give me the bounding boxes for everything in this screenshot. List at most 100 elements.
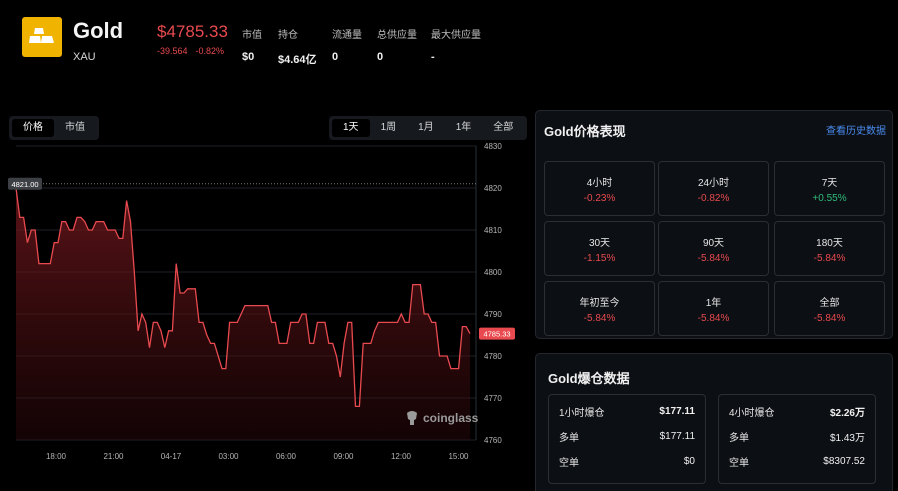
stat-label: 市值 <box>242 30 262 41</box>
range-tabs: 1天 1周 1月 1年 全部 <box>329 116 528 140</box>
coinglass-watermark: coinglass <box>405 410 478 426</box>
view-history-link[interactable]: 查看历史数据 <box>826 122 886 137</box>
perf-value: -5.84% <box>813 253 846 264</box>
perf-30d: 30天 -1.15% <box>544 221 655 276</box>
liquidation-4h-box: 4小时爆仓 $2.26万 多单 $1.43万 空单 $8307.52 <box>718 394 876 484</box>
price-change: -39.564 -0.82% <box>157 46 224 56</box>
liquidation-row: 多单 $177.11 <box>559 424 695 449</box>
stat-total-supply: 总供应量 0 <box>377 26 417 63</box>
stat-value: 0 <box>377 51 384 63</box>
tab-price[interactable]: 价格 <box>12 119 54 137</box>
tab-range-1m[interactable]: 1月 <box>407 119 445 137</box>
performance-panel: Gold价格表现 查看历史数据 4小时 -0.23% 24小时 -0.82% 7… <box>535 110 893 339</box>
stat-open-interest: 持仓 $4.64亿 <box>278 26 317 67</box>
asset-price: $4785.33 <box>157 22 228 41</box>
perf-value: +0.55% <box>812 193 847 204</box>
liquidation-row: 空单 $8307.52 <box>729 449 865 474</box>
liquidation-row: 空单 $0 <box>559 449 695 474</box>
liquidation-value: $0 <box>683 456 695 467</box>
perf-value: -0.82% <box>697 193 730 204</box>
perf-value: -0.23% <box>583 193 616 204</box>
perf-1y: 1年 -5.84% <box>658 281 769 336</box>
y-tick-label: 4780 <box>484 352 502 361</box>
liquidation-value: $2.26万 <box>829 408 865 419</box>
perf-ytd: 年初至今 -5.84% <box>544 281 655 336</box>
liquidation-value: $177.11 <box>659 406 695 417</box>
perf-value: -5.84% <box>813 313 846 324</box>
liquidation-label: 4小时爆仓 <box>729 408 775 419</box>
perf-24h: 24小时 -0.82% <box>658 161 769 216</box>
liquidation-1h-box: 1小时爆仓 $177.11 多单 $177.11 空单 $0 <box>548 394 706 484</box>
x-tick-label: 06:00 <box>276 452 297 461</box>
price-change-abs: -39.564 <box>157 46 188 56</box>
tab-range-1d[interactable]: 1天 <box>332 119 370 137</box>
liquidation-label: 空单 <box>729 458 749 469</box>
y-tick-label: 4810 <box>484 226 502 235</box>
perf-label: 30天 <box>588 238 611 249</box>
stat-value: - <box>431 51 435 63</box>
watermark-text: coinglass <box>423 411 479 425</box>
performance-title: Gold价格表现 <box>544 124 626 139</box>
perf-value: -5.84% <box>697 313 730 324</box>
perf-value: -1.15% <box>583 253 616 264</box>
perf-label: 180天 <box>816 238 843 249</box>
perf-7d: 7天 +0.55% <box>774 161 885 216</box>
x-tick-label: 18:00 <box>46 452 67 461</box>
liquidation-label: 多单 <box>559 433 579 444</box>
stat-value: $4.64亿 <box>278 54 317 66</box>
stat-max-supply: 最大供应量 - <box>431 26 481 63</box>
stat-market-cap: 市值 $0 <box>242 26 262 63</box>
tab-market-cap[interactable]: 市值 <box>54 119 96 137</box>
perf-90d: 90天 -5.84% <box>658 221 769 276</box>
x-tick-label: 03:00 <box>218 452 239 461</box>
liquidation-value: $1.43万 <box>829 433 865 444</box>
tab-range-all[interactable]: 全部 <box>482 119 524 137</box>
liquidation-row: 多单 $1.43万 <box>729 424 865 449</box>
perf-label: 全部 <box>819 298 840 309</box>
liquidation-label: 多单 <box>729 433 749 444</box>
asset-symbol: XAU <box>73 51 96 63</box>
x-tick-label: 12:00 <box>391 452 412 461</box>
liquidation-row: 1小时爆仓 $177.11 <box>559 399 695 424</box>
y-tick-label: 4830 <box>484 142 502 151</box>
liquidation-row: 4小时爆仓 $2.26万 <box>729 399 865 424</box>
stat-label: 最大供应量 <box>431 30 481 41</box>
perf-value: -5.84% <box>583 313 616 324</box>
tab-range-1y[interactable]: 1年 <box>445 119 483 137</box>
liquidation-label: 1小时爆仓 <box>559 408 605 419</box>
x-tick-label: 09:00 <box>333 452 354 461</box>
liquidation-value: $8307.52 <box>823 456 865 467</box>
tab-range-1w[interactable]: 1周 <box>370 119 408 137</box>
perf-label: 24小时 <box>697 178 730 189</box>
perf-180d: 180天 -5.84% <box>774 221 885 276</box>
y-tick-label: 4790 <box>484 310 502 319</box>
liquidation-value: $177.11 <box>659 431 695 442</box>
stat-value: $0 <box>242 51 255 63</box>
last-price-text: 4785.33 <box>483 330 510 339</box>
chart-type-toggle: 价格 市值 <box>9 116 99 140</box>
stat-value: 0 <box>332 51 339 63</box>
coinglass-logo-icon <box>407 411 417 425</box>
perf-value: -5.84% <box>697 253 730 264</box>
stat-label: 持仓 <box>278 30 298 41</box>
asset-name: Gold <box>73 18 124 43</box>
liquidation-title: Gold爆仓数据 <box>548 371 630 386</box>
x-tick-label: 04-17 <box>161 452 182 461</box>
x-tick-label: 15:00 <box>448 452 469 461</box>
perf-label: 1年 <box>705 298 722 309</box>
stat-label: 流通量 <box>332 30 362 41</box>
x-tick-label: 21:00 <box>103 452 124 461</box>
liquidation-panel: Gold爆仓数据 1小时爆仓 $177.11 多单 $177.11 空单 $0 … <box>535 353 893 491</box>
gold-bars-icon <box>29 28 54 43</box>
stat-label: 总供应量 <box>377 30 417 41</box>
high-label-text: 4821.00 <box>11 180 38 189</box>
perf-label: 4小时 <box>586 178 613 189</box>
perf-label: 年初至今 <box>579 298 620 309</box>
gold-logo <box>22 17 62 57</box>
price-change-pct: -0.82% <box>195 46 225 56</box>
perf-4h: 4小时 -0.23% <box>544 161 655 216</box>
perf-label: 90天 <box>702 238 725 249</box>
perf-label: 7天 <box>821 178 838 189</box>
perf-all: 全部 -5.84% <box>774 281 885 336</box>
y-tick-label: 4800 <box>484 268 502 277</box>
